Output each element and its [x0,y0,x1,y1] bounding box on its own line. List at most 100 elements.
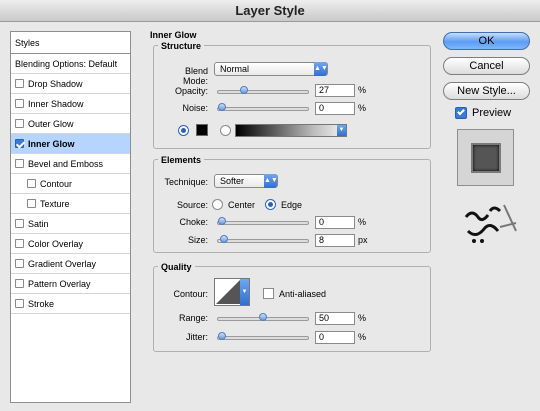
sidebar-checkbox[interactable] [15,219,24,229]
sidebar-item-satin[interactable]: Satin [11,214,130,234]
sidebar-item-drop-shadow[interactable]: Drop Shadow [11,74,130,94]
blend-mode-value: Normal [220,64,250,74]
checkmark-icon [457,107,465,116]
opacity-input[interactable]: 27 [315,84,355,97]
sidebar-item-pattern-overlay[interactable]: Pattern Overlay [11,274,130,294]
chevron-down-icon: ▼ [337,125,346,136]
source-center-label: Center [228,200,256,210]
noise-unit: % [358,103,367,113]
choke-slider[interactable] [217,217,309,225]
sidebar-checkbox[interactable] [15,239,24,249]
jitter-slider-knob[interactable] [218,332,226,340]
gradient-picker[interactable]: ▼ [235,124,347,137]
preview-checkbox[interactable] [455,107,467,119]
sidebar-item-inner-glow[interactable]: Inner Glow [11,134,130,154]
range-slider-knob[interactable] [259,313,267,321]
blend-mode-select[interactable]: Normal ▲▼ [214,62,328,76]
range-unit: % [358,313,367,323]
noise-slider-knob[interactable] [218,103,226,111]
source-edge-radio[interactable] [265,199,276,210]
sidebar-item-label: Outer Glow [28,119,74,129]
styles-header[interactable]: Styles [11,32,130,54]
range-input[interactable]: 50 [315,312,355,325]
gradient-radio[interactable] [220,125,231,136]
contour-preview-icon [216,280,240,304]
ok-button[interactable]: OK [443,32,530,50]
opacity-label: Opacity: [174,86,208,96]
technique-value: Softer [220,176,245,186]
sidebar-item-label: Blending Options: Default [15,59,118,69]
sidebar-item-label: Inner Glow [28,139,75,149]
sidebar-checkbox[interactable] [15,99,24,109]
jitter-slider[interactable] [217,332,309,340]
sidebar-item-label: Inner Shadow [28,99,84,109]
size-label: Size: [187,235,208,245]
noise-input[interactable]: 0 [315,102,355,115]
sidebar-item-bevel-and-emboss[interactable]: Bevel and Emboss [11,154,130,174]
sidebar-item-color-overlay[interactable]: Color Overlay [11,234,130,254]
sidebar-checkbox[interactable] [15,79,24,89]
sidebar-item-label: Texture [40,199,70,209]
jitter-unit: % [358,332,367,342]
sidebar-checkbox[interactable] [15,159,24,169]
source-center-radio[interactable] [212,199,223,210]
sidebar-item-blending-options-default[interactable]: Blending Options: Default [11,54,130,74]
cancel-button[interactable]: Cancel [443,57,530,75]
blend-mode-label: Blend Mode: [182,66,208,86]
select-arrows-icon: ▲▼ [264,174,278,188]
styles-list: Styles Blending Options: Default Drop Sha… [10,31,131,403]
sidebar-item-label: Gradient Overlay [28,259,97,269]
contour-picker[interactable]: ▼ [214,278,250,306]
new-style-button[interactable]: New Style... [443,82,530,100]
sidebar-item-label: Bevel and Emboss [28,159,104,169]
noise-slider[interactable] [217,103,309,111]
sidebar-checkbox[interactable] [15,279,24,289]
select-arrows-icon: ▲▼ [314,62,328,76]
choke-input[interactable]: 0 [315,216,355,229]
opacity-unit: % [358,85,367,95]
sidebar-item-contour[interactable]: Contour [11,174,130,194]
opacity-slider[interactable] [217,86,309,94]
technique-select[interactable]: Softer ▲▼ [214,174,278,188]
sidebar-item-inner-shadow[interactable]: Inner Shadow [11,94,130,114]
source-edge-label: Edge [281,200,303,210]
sidebar-item-label: Satin [28,219,49,229]
sidebar-item-texture[interactable]: Texture [11,194,130,214]
sidebar-item-outer-glow[interactable]: Outer Glow [11,114,130,134]
size-unit: px [358,235,368,245]
sidebar-checkbox[interactable] [27,199,36,209]
choke-slider-knob[interactable] [218,217,226,225]
sidebar-item-stroke[interactable]: Stroke [11,294,130,314]
size-slider-knob[interactable] [220,235,228,243]
elements-title: Elements [158,155,205,165]
quality-title: Quality [158,262,195,272]
range-label: Range: [178,313,208,323]
chevron-down-icon: ▼ [240,279,249,305]
window-title: Layer Style [0,0,540,22]
sidebar-checkbox[interactable] [15,299,24,309]
choke-unit: % [358,217,367,227]
preview-swatch [471,143,501,173]
technique-label: Technique: [164,177,208,187]
color-swatch[interactable] [196,124,208,136]
style-preview [457,129,514,186]
sidebar-checkbox[interactable] [15,139,24,149]
jitter-input[interactable]: 0 [315,331,355,344]
sidebar-item-label: Pattern Overlay [28,279,91,289]
sidebar-checkbox[interactable] [15,119,24,129]
sidebar-item-label: Drop Shadow [28,79,83,89]
sidebar-checkbox[interactable] [27,179,36,189]
noise-label: Noise: [182,103,208,113]
sidebar-item-gradient-overlay[interactable]: Gradient Overlay [11,254,130,274]
size-input[interactable]: 8 [315,234,355,247]
color-radio[interactable] [178,125,189,136]
opacity-slider-knob[interactable] [240,86,248,94]
sidebar-item-label: Contour [40,179,73,189]
anti-aliased-checkbox[interactable] [263,288,274,299]
anti-aliased-label: Anti-aliased [279,289,327,299]
sidebar-checkbox[interactable] [15,259,24,269]
range-slider[interactable] [217,313,309,321]
size-slider[interactable] [217,235,309,243]
structure-title: Structure [158,41,205,51]
sidebar-item-label: Stroke [28,299,55,309]
